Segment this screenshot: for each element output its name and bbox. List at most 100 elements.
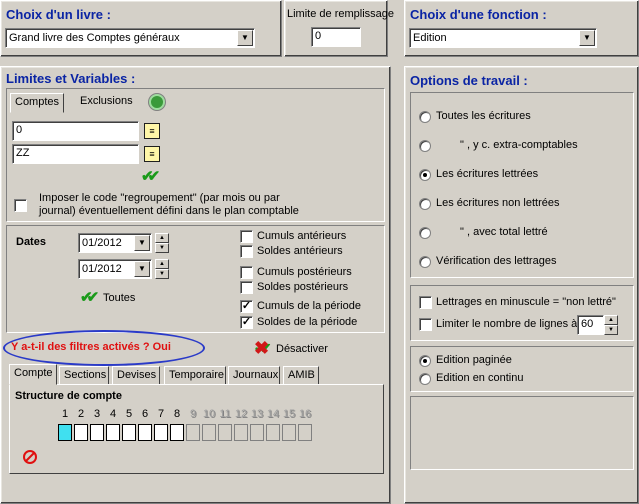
- option-radio[interactable]: [419, 169, 431, 181]
- structure-number: 8: [173, 408, 181, 420]
- limite-input[interactable]: 0: [311, 27, 361, 47]
- tab-exclusions[interactable]: Exclusions: [80, 95, 133, 107]
- option-radio[interactable]: [419, 256, 431, 268]
- structure-cell: [218, 424, 232, 441]
- cumul-checkbox[interactable]: [240, 245, 253, 258]
- date-from-spinner[interactable]: ▲ ▼: [155, 233, 169, 253]
- structure-cell[interactable]: [106, 424, 120, 441]
- tab-sections[interactable]: Sections: [59, 366, 109, 385]
- fonction-select[interactable]: Edition ▼: [409, 28, 597, 48]
- regroupement-checkbox[interactable]: [14, 199, 27, 212]
- livre-select-value: Grand livre des Comptes généraux: [9, 32, 180, 44]
- structure-cell[interactable]: [122, 424, 136, 441]
- structure-number: 3: [93, 408, 101, 420]
- option-label: " , y c. extra-comptables: [460, 139, 578, 151]
- option-radio[interactable]: [419, 198, 431, 210]
- structure-cell[interactable]: [138, 424, 152, 441]
- tab-journaux[interactable]: Journaux: [228, 366, 280, 385]
- double-check-icon[interactable]: ✔✔: [141, 167, 160, 185]
- tab-comptes-label: Comptes: [15, 96, 60, 108]
- structure-number: 13: [250, 408, 264, 420]
- cumul-checkbox[interactable]: [240, 230, 253, 243]
- desactiver-label[interactable]: Désactiver: [276, 343, 328, 355]
- forbidden-icon[interactable]: [23, 450, 37, 464]
- structure-grid: 1 2 3 4 5 6 7 8 9 10 11 12 13 14 15 16: [58, 408, 318, 444]
- edition-paginee-radio[interactable]: [419, 355, 431, 367]
- minuscules-checkbox[interactable]: [419, 296, 432, 309]
- tab-compte[interactable]: Compte: [9, 364, 57, 385]
- structure-number: 16: [298, 408, 312, 420]
- structure-number: 12: [234, 408, 248, 420]
- structure-cell[interactable]: [74, 424, 88, 441]
- tab-devises[interactable]: Devises: [112, 366, 160, 385]
- structure-cell: [234, 424, 248, 441]
- tab-temporaire[interactable]: Temporaire: [164, 366, 226, 385]
- tab-label: Temporaire: [169, 369, 225, 381]
- cumul-label: Cumuls antérieurs: [257, 230, 347, 242]
- structure-label: Structure de compte: [15, 390, 122, 402]
- structure-number: 6: [141, 408, 149, 420]
- tab-comptes[interactable]: Comptes: [10, 93, 65, 113]
- edition-continu-label: Edition en continu: [436, 372, 524, 384]
- cumul-label: Soldes antérieurs: [257, 245, 343, 257]
- search-list-icon[interactable]: ≡: [144, 123, 160, 139]
- date-from-value: 01/2012: [82, 237, 122, 249]
- structure-number: 14: [266, 408, 280, 420]
- structure-cell[interactable]: [170, 424, 184, 441]
- option-radio[interactable]: [419, 227, 431, 239]
- dates-label: Dates: [16, 236, 46, 248]
- tab-label: AMIB: [288, 369, 315, 381]
- fonction-select-value: Edition: [413, 32, 447, 44]
- empty-options-box: [410, 396, 634, 470]
- toutes-label[interactable]: Toutes: [103, 292, 135, 304]
- limiter-checkbox[interactable]: [419, 318, 432, 331]
- chevron-down-icon[interactable]: ▼: [134, 235, 150, 251]
- compte-from-input[interactable]: 0: [12, 121, 139, 141]
- go-icon[interactable]: [149, 94, 165, 110]
- option-label: Toutes les écritures: [436, 110, 531, 122]
- structure-cell: [202, 424, 216, 441]
- option-label: Les écritures non lettrées: [436, 197, 560, 209]
- structure-cell[interactable]: [154, 424, 168, 441]
- structure-cell: [186, 424, 200, 441]
- edition-continu-radio[interactable]: [419, 373, 431, 385]
- date-to-spinner[interactable]: ▲ ▼: [155, 259, 169, 279]
- limite-label: Limite de remplissage: [287, 8, 394, 20]
- chevron-down-icon[interactable]: ▼: [237, 30, 253, 46]
- cumul-checkbox[interactable]: ✓: [240, 300, 253, 313]
- compte-to-input[interactable]: ZZ: [12, 144, 139, 164]
- choix-fonction-title: Choix d'une fonction :: [410, 7, 547, 22]
- structure-cell[interactable]: [90, 424, 104, 441]
- search-list-icon[interactable]: ≡: [144, 146, 160, 162]
- desactiver-icon[interactable]: ✔✔ ✖: [254, 338, 272, 358]
- cumul-checkbox[interactable]: [240, 266, 253, 279]
- limiter-spinner[interactable]: ▲ ▼: [604, 315, 618, 335]
- chevron-down-icon[interactable]: ▼: [579, 30, 595, 46]
- tab-amib[interactable]: AMIB: [283, 366, 319, 385]
- option-label: Les écritures lettrées: [436, 168, 539, 180]
- structure-number: 10: [202, 408, 216, 420]
- cumul-label: Cumuls de la période: [257, 300, 361, 312]
- structure-cell[interactable]: [58, 424, 72, 441]
- cumul-label: Soldes postérieurs: [257, 281, 349, 293]
- option-radio[interactable]: [419, 140, 431, 152]
- cumul-checkbox[interactable]: ✓: [240, 316, 253, 329]
- tab-label: Journaux: [233, 369, 279, 381]
- limiter-input[interactable]: 60: [577, 315, 604, 335]
- option-label: Vérification des lettrages: [436, 255, 557, 267]
- cumul-checkbox[interactable]: [240, 281, 253, 294]
- structure-cell: [250, 424, 264, 441]
- livre-select[interactable]: Grand livre des Comptes généraux ▼: [5, 28, 255, 48]
- tab-label: Sections: [64, 369, 107, 381]
- structure-cell: [266, 424, 280, 441]
- chevron-down-icon[interactable]: ▼: [134, 261, 150, 277]
- option-radio[interactable]: [419, 111, 431, 123]
- double-check-icon[interactable]: ✔✔: [80, 288, 99, 306]
- tab-label: Compte: [14, 367, 53, 379]
- edition-box: [410, 346, 634, 392]
- limiter-label: Limiter le nombre de lignes à :: [436, 318, 584, 330]
- date-to-select[interactable]: 01/2012 ▼: [78, 259, 152, 279]
- option-label: " , avec total lettré: [460, 226, 548, 238]
- structure-cell: [298, 424, 312, 441]
- date-from-select[interactable]: 01/2012 ▼: [78, 233, 152, 253]
